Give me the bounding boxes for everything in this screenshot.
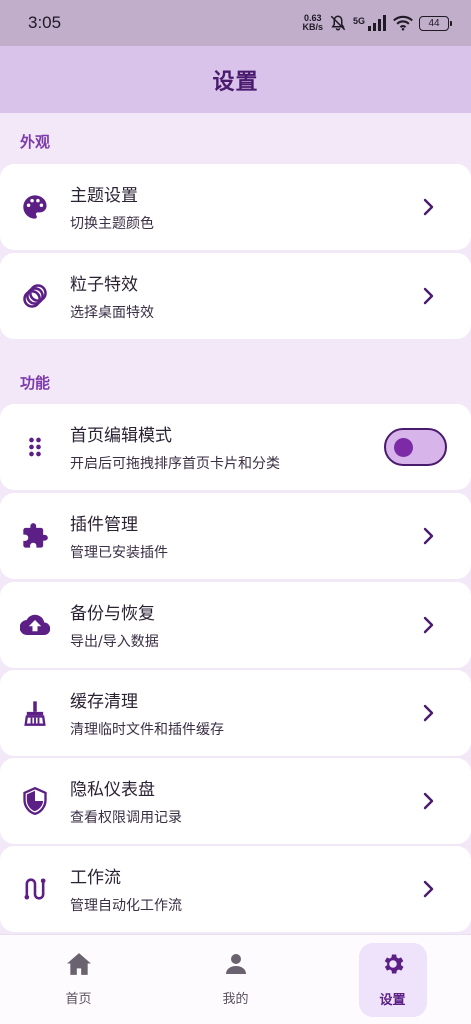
settings-item-title: 缓存清理 xyxy=(70,692,138,712)
chevron-right-icon xyxy=(419,879,439,899)
settings-item-backup[interactable]: 备份与恢复 导出/导入数据 xyxy=(0,582,471,668)
settings-item-plugins[interactable]: 插件管理 管理已安装插件 xyxy=(0,493,471,579)
nav-label: 首页 xyxy=(65,992,92,1007)
settings-item-title: 工作流 xyxy=(70,868,121,888)
cloud-upload-icon xyxy=(20,610,50,640)
shield-icon xyxy=(20,786,50,816)
settings-item-subtitle: 查看权限调用记录 xyxy=(70,810,182,826)
nav-item-home[interactable]: 首页 xyxy=(45,943,113,1017)
status-bar: 3:05 0.63 KB/s 5G 44 xyxy=(0,0,471,46)
settings-item-subtitle: 管理自动化工作流 xyxy=(70,898,182,914)
chevron-right-icon xyxy=(419,703,439,723)
settings-item-particles[interactable]: 粒子特效 选择桌面特效 xyxy=(0,253,471,339)
status-time: 3:05 xyxy=(28,13,62,32)
nav-label: 我的 xyxy=(222,992,249,1007)
home-edit-toggle[interactable] xyxy=(384,428,447,466)
settings-item-title: 首页编辑模式 xyxy=(70,426,172,446)
settings-item-title: 隐私仪表盘 xyxy=(70,780,155,800)
workflow-icon xyxy=(20,874,50,904)
page-title: 设置 xyxy=(212,69,259,95)
settings-item-subtitle: 选择桌面特效 xyxy=(70,305,154,321)
settings-item-title: 主题设置 xyxy=(70,186,138,206)
palette-icon xyxy=(20,192,50,222)
settings-item-subtitle: 管理已安装插件 xyxy=(70,545,168,561)
signal-icon xyxy=(367,15,387,31)
bottom-nav: 首页 我的 设置 xyxy=(0,934,471,1024)
wifi-icon xyxy=(393,15,413,31)
settings-item-subtitle: 切换主题颜色 xyxy=(70,216,154,232)
puzzle-icon xyxy=(20,521,50,551)
settings-item-subtitle: 导出/导入数据 xyxy=(70,634,159,650)
chevron-right-icon xyxy=(419,286,439,306)
chevron-right-icon xyxy=(419,791,439,811)
settings-item-workflow[interactable]: 工作流 管理自动化工作流 xyxy=(0,846,471,932)
chevron-right-icon xyxy=(419,197,439,217)
net-speed-unit: KB/s xyxy=(302,22,323,32)
person-icon xyxy=(224,952,248,980)
battery-indicator: 44 xyxy=(419,15,452,31)
chevron-right-icon xyxy=(419,615,439,635)
section-label-features: 功能 xyxy=(20,374,51,392)
app-bar: 设置 xyxy=(0,46,471,113)
rings-icon xyxy=(20,281,50,311)
mute-icon xyxy=(329,14,347,32)
drag-dots-icon xyxy=(20,432,50,462)
nav-label: 设置 xyxy=(379,993,406,1008)
gear-icon xyxy=(380,951,406,981)
broom-icon xyxy=(20,698,50,728)
status-icons: 0.63 KB/s 5G 44 xyxy=(302,14,452,32)
settings-item-home-edit: 首页编辑模式 开启后可拖拽排序首页卡片和分类 xyxy=(0,404,471,490)
toggle-knob xyxy=(394,438,413,457)
settings-item-privacy[interactable]: 隐私仪表盘 查看权限调用记录 xyxy=(0,758,471,844)
section-label-appearance: 外观 xyxy=(20,133,51,151)
network-label: 5G xyxy=(352,16,365,26)
chevron-right-icon xyxy=(419,526,439,546)
settings-item-title: 插件管理 xyxy=(70,515,138,535)
settings-item-title: 备份与恢复 xyxy=(70,604,155,624)
settings-item-subtitle: 开启后可拖拽排序首页卡片和分类 xyxy=(70,456,280,472)
settings-item-cache[interactable]: 缓存清理 清理临时文件和插件缓存 xyxy=(0,670,471,756)
settings-item-title: 粒子特效 xyxy=(70,275,138,295)
home-icon xyxy=(66,952,92,980)
nav-item-settings[interactable]: 设置 xyxy=(358,942,427,1017)
nav-item-profile[interactable]: 我的 xyxy=(202,943,270,1017)
net-speed: 0.63 KB/s xyxy=(302,14,323,32)
settings-item-theme[interactable]: 主题设置 切换主题颜色 xyxy=(0,164,471,250)
settings-item-subtitle: 清理临时文件和插件缓存 xyxy=(70,722,224,738)
